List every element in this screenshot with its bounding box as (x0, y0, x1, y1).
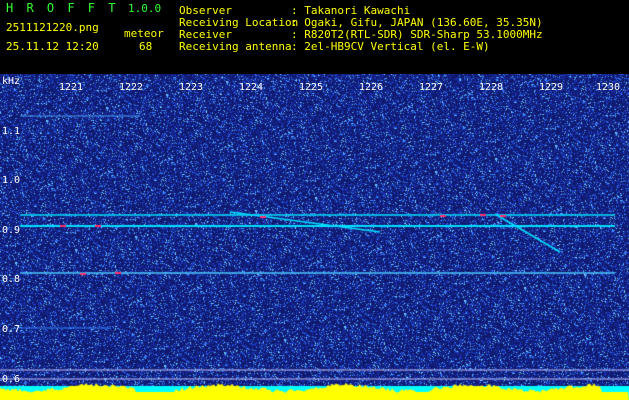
app-version: 1.0.0 (128, 2, 162, 15)
time-tick-1226: 1226 (359, 82, 384, 93)
time-tick-1222: 1222 (119, 82, 144, 93)
meteor-count: 68 (139, 40, 153, 53)
time-tick-1228: 1228 (479, 82, 504, 93)
freq-tick-1-1: 1.1 (2, 126, 21, 137)
time-tick-1221: 1221 (59, 82, 84, 93)
file-name: 2511121220.png (6, 21, 99, 34)
spectrogram-canvas (0, 74, 629, 400)
freq-tick-0-8: 0.8 (2, 274, 21, 285)
time-tick-1227: 1227 (419, 82, 444, 93)
unit-label: kHz (2, 76, 21, 87)
app-title: H R O F F T (6, 1, 119, 15)
capture-datetime: 25.11.12 12:20 (6, 40, 99, 53)
meteor-label: meteor (124, 27, 164, 40)
header-panel: H R O F F T 1.0.0 2511121220.png meteor … (0, 0, 629, 74)
freq-tick-0-6: 0.6 (2, 374, 21, 385)
time-tick-1229: 1229 (539, 82, 564, 93)
antenna-value: : 2el-HB9CV Vertical (el. E-W) (291, 40, 490, 53)
time-tick-1223: 1223 (179, 82, 204, 93)
freq-tick-0-9: 0.9 (2, 225, 21, 236)
freq-tick-1-0: 1.0 (2, 175, 21, 186)
time-tick-1225: 1225 (299, 82, 324, 93)
antenna-key: Receiving antenna (179, 40, 292, 53)
time-tick-1224: 1224 (239, 82, 264, 93)
freq-tick-0-7: 0.7 (2, 324, 21, 335)
time-tick-1230: 1230 (596, 82, 621, 93)
